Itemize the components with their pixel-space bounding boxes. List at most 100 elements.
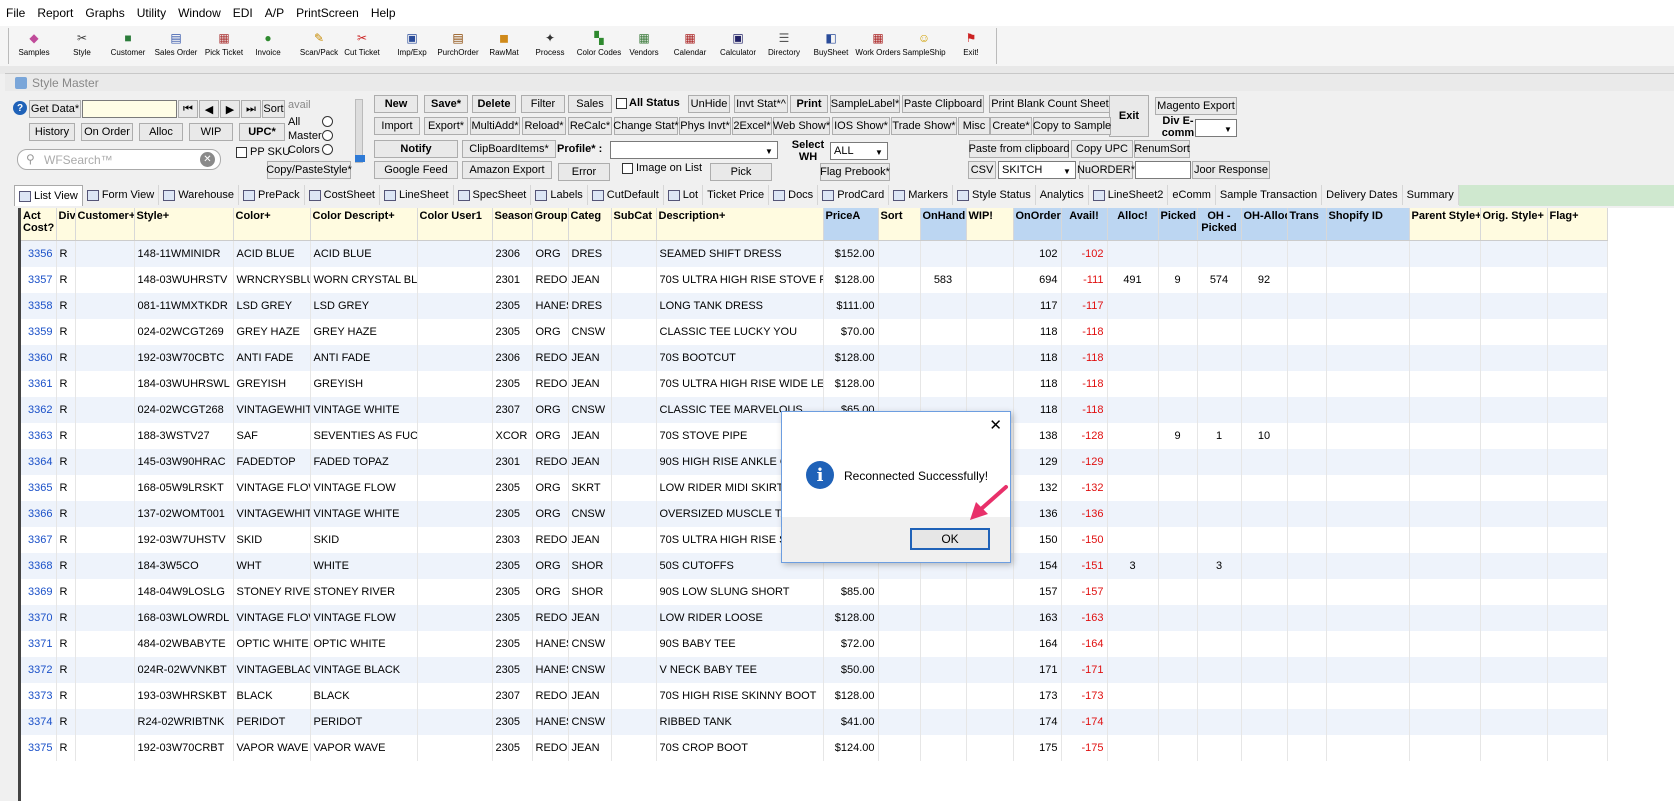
column-header-trans[interactable]: Trans xyxy=(1287,208,1327,241)
toolbar-rawmat-button[interactable]: ◼ RawMat xyxy=(486,28,522,64)
tab-costsheet[interactable]: CostSheet xyxy=(305,185,380,205)
new-button[interactable]: New xyxy=(374,95,418,113)
magento-export-button[interactable]: Magento Export xyxy=(1155,97,1237,115)
unhide-button[interactable]: UnHide xyxy=(688,95,730,113)
column-header-parent-style[interactable]: Parent Style+ xyxy=(1409,208,1481,241)
row-id-link[interactable]: 3369 xyxy=(21,579,57,605)
menu-edi[interactable]: EDI xyxy=(227,6,259,20)
splitter-handle[interactable] xyxy=(355,155,365,162)
toolbar-directory-button[interactable]: ☰ Directory xyxy=(764,28,804,64)
multiadd-button[interactable]: MultiAdd* xyxy=(470,117,520,135)
table-row[interactable]: 3374 R R24-02WRIBTNK PERIDOT PERIDOT 2305 HANE… xyxy=(21,709,1608,735)
change-stat-button[interactable]: Change Stat* xyxy=(613,117,679,135)
table-row[interactable]: 3356 R 148-11WMINIDR ACID BLUE ACID BLUE 2306… xyxy=(21,240,1608,267)
filter-button[interactable]: Filter xyxy=(521,95,565,113)
tab-form-view[interactable]: Form View xyxy=(83,185,160,205)
next-record-button[interactable]: ▶ xyxy=(220,100,240,118)
column-header-oh-alloc[interactable]: OH-Alloc xyxy=(1241,208,1288,241)
column-header-description[interactable]: Description+ xyxy=(656,208,824,241)
menu-graphs[interactable]: Graphs xyxy=(79,6,130,20)
menu-file[interactable]: File xyxy=(0,6,31,20)
column-header-wip[interactable]: WIP! xyxy=(966,208,1014,241)
toolbar-imp-exp-button[interactable]: ▣ Imp/Exp xyxy=(392,28,432,64)
tab-delivery-dates[interactable]: Delivery Dates xyxy=(1322,185,1403,205)
toolbar-work-orders-button[interactable]: ▦ Work Orders xyxy=(855,28,900,64)
column-header-onorder[interactable]: OnOrder! xyxy=(1013,208,1062,241)
menu-report[interactable]: Report xyxy=(31,6,79,20)
column-header-pricea[interactable]: PriceA xyxy=(823,208,879,241)
row-id-link[interactable]: 3371 xyxy=(21,631,57,657)
column-header-color[interactable]: Color+ xyxy=(233,208,311,241)
print-blank-count-sheet-button[interactable]: Print Blank Count Sheet xyxy=(989,95,1111,113)
table-row[interactable]: 3375 R 192-03W70CRBT VAPOR WAVE VAPOR WAVE 23… xyxy=(21,735,1608,761)
toolbar-buysheet-button[interactable]: ◧ BuySheet xyxy=(812,28,850,64)
tab-linesheet2[interactable]: LineSheet2 xyxy=(1089,185,1169,205)
row-id-link[interactable]: 3375 xyxy=(21,735,57,761)
tab-docs[interactable]: Docs xyxy=(769,185,819,205)
toolbar-purchorder-button[interactable]: ▤ PurchOrder xyxy=(436,28,480,64)
table-row[interactable]: 3358 R 081-11WMXTKDR LSD GREY LSD GREY 2305 HA… xyxy=(21,293,1608,319)
toolbar-invoice-button[interactable]: ● Invoice xyxy=(248,28,288,64)
on-order-button[interactable]: On Order xyxy=(81,123,133,141)
toolbar-vendors-button[interactable]: ▦ Vendors xyxy=(626,28,662,64)
phys-invt-button[interactable]: Phys Invt* xyxy=(679,117,731,135)
column-header-sort[interactable]: Sort xyxy=(878,208,921,241)
row-id-link[interactable]: 3360 xyxy=(21,345,57,371)
column-header-color-descript[interactable]: Color Descript+ xyxy=(310,208,418,241)
upc-button[interactable]: UPC* xyxy=(239,123,285,141)
web-show-button[interactable]: Web Show* xyxy=(773,117,830,135)
pp-sku-checkbox[interactable] xyxy=(236,147,247,158)
column-header-color-user1[interactable]: Color User1 xyxy=(417,208,493,241)
tab-list-view[interactable]: List View xyxy=(14,185,83,206)
close-icon[interactable]: ✕ xyxy=(989,416,1002,434)
table-row[interactable]: 3373R193-03WHRSKBTBLACKBLACK2307REDONEJE… xyxy=(21,683,1608,709)
row-id-link[interactable]: 3373 xyxy=(21,683,57,709)
row-id-link[interactable]: 3356 xyxy=(21,240,57,267)
toolbar-process-button[interactable]: ✦ Process xyxy=(532,28,568,64)
menu-window[interactable]: Window xyxy=(172,6,227,20)
div-ecomm-select[interactable]: ▼ xyxy=(1195,119,1237,137)
image-on-list-checkbox[interactable] xyxy=(622,163,633,174)
error-button[interactable]: Error xyxy=(558,163,610,181)
tab-prodcard[interactable]: ProdCard xyxy=(818,185,890,205)
last-record-button[interactable]: ⏭ xyxy=(241,100,261,118)
toolbar-customer-button[interactable]: ■ Customer xyxy=(108,28,148,64)
column-header-season[interactable]: Season xyxy=(492,208,533,241)
row-id-link[interactable]: 3357 xyxy=(21,267,57,293)
column-header-act-cost[interactable]: Act Cost? xyxy=(21,208,57,241)
menu-printscreen[interactable]: PrintScreen xyxy=(290,6,365,20)
toolbar-calendar-button[interactable]: ▦ Calendar xyxy=(672,28,708,64)
toolbar-sampleship-button[interactable]: ☺ SampleShip xyxy=(902,28,946,64)
warehouse-select[interactable]: ALL ▼ xyxy=(830,142,888,160)
column-header-alloc[interactable]: Alloc! xyxy=(1107,208,1159,241)
row-id-link[interactable]: 3374 xyxy=(21,709,57,735)
ok-button[interactable]: OK xyxy=(910,528,990,550)
2excel-button[interactable]: 2Excel* xyxy=(732,117,772,135)
menu-utility[interactable]: Utility xyxy=(131,6,172,20)
nuorder-input[interactable] xyxy=(1135,161,1191,179)
column-header-group[interactable]: Group xyxy=(532,208,569,241)
toolbar-scan-pack-button[interactable]: ✎ Scan/Pack xyxy=(296,28,342,64)
row-id-link[interactable]: 3366 xyxy=(21,501,57,527)
toolbar-exit--button[interactable]: ⚑ Exit! xyxy=(954,28,988,64)
copy-paste-style-button[interactable]: Copy/PasteStyle* xyxy=(266,161,352,179)
table-row[interactable]: 3372R 024R-02WVNKBTVINTAGEBLACKVINTAGE BL… xyxy=(21,657,1608,683)
column-header-categ[interactable]: Categ xyxy=(568,208,612,241)
misc-button[interactable]: Misc xyxy=(958,117,990,135)
table-row[interactable]: 3359 R 024-02WCGT269 GREY HAZE GREY HAZE 2305… xyxy=(21,319,1608,345)
column-header-flag[interactable]: Flag+ xyxy=(1547,208,1608,241)
csv-button[interactable]: CSV xyxy=(968,161,996,179)
import-button[interactable]: Import xyxy=(374,117,420,135)
tab-ticket-price[interactable]: Ticket Price xyxy=(703,185,770,205)
row-id-link[interactable]: 3370 xyxy=(21,605,57,631)
tab-style-status[interactable]: Style Status xyxy=(953,185,1036,205)
amazon-export-button[interactable]: Amazon Export xyxy=(462,161,552,179)
column-header-shopify-id[interactable]: Shopify ID xyxy=(1326,208,1410,241)
nuorder-button[interactable]: NuORDER* xyxy=(1077,161,1135,179)
toolbar-pick-ticket-button[interactable]: ▦ Pick Ticket xyxy=(202,28,246,64)
ios-show-button[interactable]: IOS Show* xyxy=(832,117,890,135)
renum-sort-button[interactable]: RenumSort xyxy=(1134,140,1190,158)
column-header-onhand[interactable]: OnHand xyxy=(920,208,967,241)
tab-linesheet[interactable]: LineSheet xyxy=(380,185,454,205)
first-record-button[interactable]: ⏮ xyxy=(178,100,198,118)
